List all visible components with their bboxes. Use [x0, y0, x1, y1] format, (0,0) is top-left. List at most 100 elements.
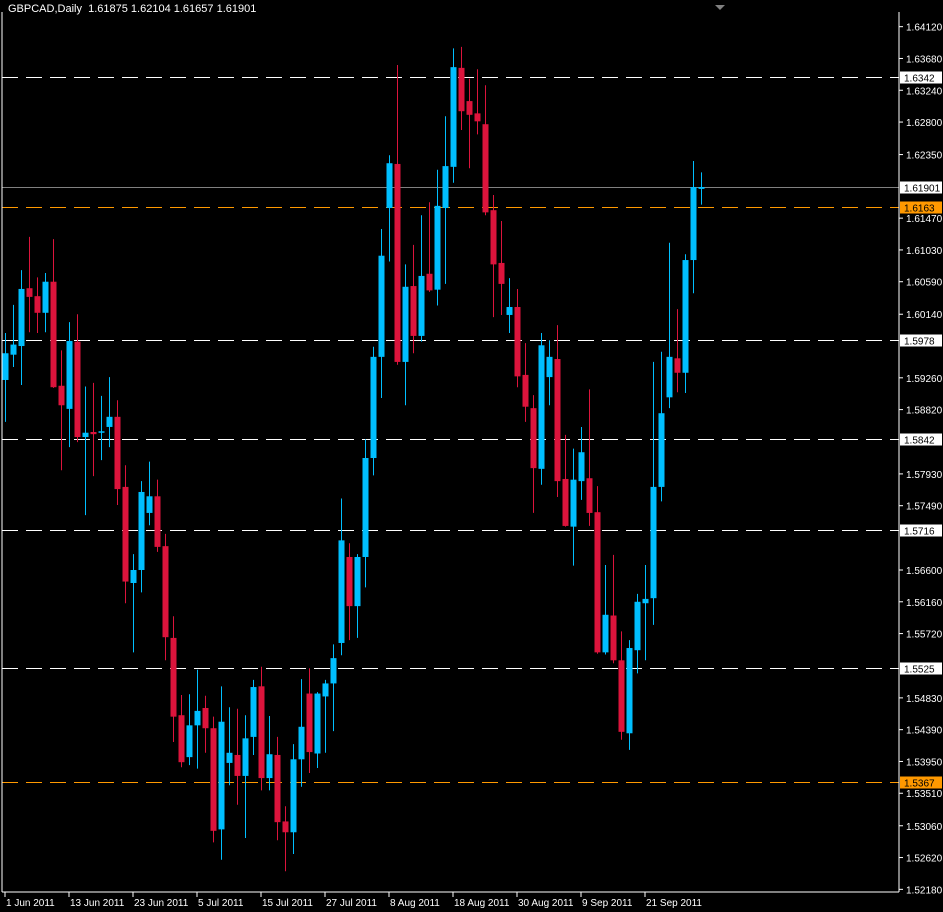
- price-tick-label: 1.64120: [906, 23, 943, 34]
- bear-candle: [394, 64, 401, 365]
- candle-body: [386, 163, 393, 209]
- candle-body: [354, 556, 361, 607]
- candle-body: [202, 707, 209, 729]
- bull-candle: [442, 116, 449, 284]
- candle-body: [338, 540, 345, 643]
- bear-candle: [258, 666, 265, 791]
- candle-body: [26, 288, 33, 297]
- bull-candle: [690, 161, 697, 294]
- candle-body: [218, 721, 225, 830]
- bear-candle: [586, 389, 593, 526]
- candle-body: [274, 754, 281, 823]
- bull-candle: [386, 155, 393, 262]
- bull-candle: [66, 322, 73, 448]
- candle-body: [10, 344, 17, 355]
- bull-candle: [130, 554, 137, 653]
- price-tick-label: 1.61470: [906, 214, 943, 225]
- bear-candle: [482, 85, 489, 216]
- candle-body: [610, 615, 617, 661]
- bull-candle: [698, 172, 705, 205]
- bear-candle: [74, 314, 81, 443]
- price-chart[interactable]: 1 Jun 2011 13 Jun 2011 23 Jun 2011 5 Jul 20…: [0, 0, 943, 912]
- bear-candle: [274, 736, 281, 841]
- bull-candle: [194, 669, 201, 769]
- bear-candle: [514, 288, 521, 388]
- candle-body: [2, 353, 9, 380]
- candle-body: [498, 262, 505, 284]
- bear-candle: [306, 668, 313, 774]
- candle-body: [618, 660, 625, 732]
- time-tick-label: 8 Aug 2011: [390, 898, 440, 909]
- price-axis-labels: 1.64120 1.63680 1.63240 1.62800 1.62350 1.614…: [900, 23, 943, 896]
- bull-candle: [378, 228, 385, 399]
- price-tick-label: 1.62350: [906, 151, 943, 162]
- bear-candle: [202, 695, 209, 753]
- bear-candle: [346, 543, 353, 641]
- candle-body: [314, 693, 321, 754]
- time-tick-label: 15 Jul 2011: [262, 898, 313, 909]
- bear-candle: [466, 78, 473, 169]
- candle-body: [538, 345, 545, 469]
- price-tick-label: 1.55720: [906, 630, 943, 641]
- candle-body: [162, 546, 169, 638]
- price-tick-label: 1.63680: [906, 54, 943, 65]
- bull-candle: [570, 448, 577, 566]
- bull-candle: [626, 640, 633, 750]
- candle-body: [226, 752, 233, 763]
- bull-candle: [370, 346, 377, 476]
- bull-candle: [266, 715, 273, 791]
- ohlc-high: 1.62104: [130, 3, 171, 15]
- candle-body: [42, 281, 49, 313]
- candle-body: [530, 408, 537, 469]
- bull-candle: [650, 361, 657, 625]
- bear-candle: [426, 202, 433, 292]
- bear-candle: [90, 382, 97, 477]
- bull-candle: [186, 694, 193, 766]
- price-tick-label: 1.52180: [906, 885, 943, 896]
- bear-candle: [530, 395, 537, 513]
- candle-body: [114, 416, 121, 490]
- price-tick-label: 1.63240: [906, 86, 943, 97]
- bull-candle: [2, 333, 9, 422]
- bull-candle: [538, 333, 545, 485]
- candle-body: [394, 163, 401, 362]
- candle-body: [146, 496, 153, 513]
- chart-header: GBPCAD,Daily 1.61875 1.62104 1.61657 1.6…: [8, 3, 256, 15]
- candle-body: [186, 725, 193, 758]
- bull-candle: [338, 498, 345, 656]
- bull-candle: [602, 564, 609, 655]
- candle-body: [650, 486, 657, 599]
- price-tick-label: 1.58820: [906, 406, 943, 417]
- candle-body: [98, 431, 105, 433]
- bull-candle: [314, 692, 321, 768]
- candle-body: [242, 738, 249, 776]
- ohlc-open: 1.61875: [88, 3, 128, 15]
- bull-candle: [42, 273, 49, 333]
- candle-body: [258, 686, 265, 779]
- bull-candle: [354, 554, 361, 638]
- candle-body: [66, 340, 73, 409]
- bull-candle: [218, 686, 225, 860]
- bull-candle: [250, 679, 257, 755]
- price-tick-label: 1.53060: [906, 822, 943, 833]
- candle-body: [322, 683, 329, 697]
- candle-body: [234, 754, 241, 776]
- bull-candle: [578, 426, 585, 500]
- bull-candle: [10, 304, 17, 367]
- candle-body: [570, 479, 577, 527]
- chart-shift-marker-icon[interactable]: [715, 5, 725, 10]
- candle-body: [594, 512, 601, 653]
- candle-body: [122, 486, 129, 582]
- candle-body: [34, 296, 41, 313]
- bull-candle: [450, 48, 457, 183]
- bear-candle: [26, 236, 33, 333]
- bear-candle: [594, 486, 601, 654]
- bear-candle: [554, 325, 561, 498]
- bear-candle: [210, 716, 217, 843]
- horizontal-levels: [2, 77, 899, 783]
- bull-candle: [18, 270, 25, 386]
- candle-body: [290, 759, 297, 833]
- time-tick-label: 1 Jun 2011: [6, 898, 55, 909]
- candle-body: [282, 821, 289, 833]
- candle-body: [370, 356, 377, 459]
